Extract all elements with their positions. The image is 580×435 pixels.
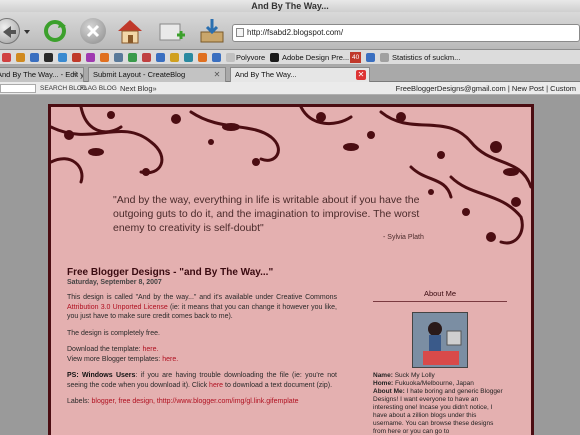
zip-download-link[interactable]: here — [209, 382, 223, 389]
blog-container: "And by the way, everything in life is w… — [48, 104, 534, 435]
back-icon[interactable] — [0, 18, 20, 44]
post-paragraph: The design is completely free. — [67, 329, 160, 337]
bookmark-icon[interactable] — [86, 53, 95, 62]
post-text: Download the template: — [67, 346, 141, 353]
bookmark-icon[interactable] — [380, 53, 389, 62]
about-text: Name: Suck My Lolly Home: Fukuoka/Melbou… — [373, 372, 507, 435]
header-quote: "And by the way, everything in life is w… — [113, 194, 420, 234]
post-text: View more Blogger templates: — [67, 355, 161, 363]
flag-blog-button[interactable]: FLAG BLOG — [80, 82, 117, 95]
windows-users-label: PS: Windows Users — [67, 372, 136, 379]
customize-link[interactable]: Custom — [550, 84, 576, 93]
bookmark-polyvore[interactable]: Polyvore — [236, 50, 265, 65]
adobe-icon — [270, 53, 279, 62]
home-icon[interactable] — [116, 18, 142, 44]
close-icon[interactable]: ✕ — [212, 70, 222, 80]
post-text: to download a text document (zip). — [225, 381, 333, 389]
labels-links[interactable]: blogger, free design, thttp://www.blogge… — [92, 398, 299, 405]
stop-icon[interactable] — [80, 18, 106, 44]
bookmark-icon[interactable] — [58, 53, 67, 62]
more-templates-link[interactable]: here. — [162, 356, 178, 363]
name-label: Name: — [373, 372, 393, 379]
next-blog-link[interactable]: Next Blog» — [120, 82, 157, 95]
about-label: About Me: — [373, 388, 405, 395]
tab-label: And By The Way... — [235, 70, 297, 79]
bookmark-icon[interactable] — [44, 53, 53, 62]
blogger-navbar: SEARCH BLOG FLAG BLOG Next Blog» FreeBlo… — [0, 82, 580, 95]
bookmark-icon[interactable] — [212, 53, 221, 62]
dropdown-arrow-icon[interactable] — [22, 27, 32, 37]
bookmark-adobe[interactable]: Adobe Design Pre... — [282, 50, 349, 65]
browser-toolbar: http://fsabd2.blogspot.com/ — [0, 12, 580, 50]
quote-author: - Sylvia Plath — [383, 234, 424, 241]
post-title[interactable]: Free Blogger Designs - "and By The Way..… — [67, 267, 337, 278]
home-label: Home: — [373, 380, 394, 387]
avatar[interactable] — [412, 312, 468, 368]
sidebar: About Me Name: Suck My Lolly Home: Fukuo… — [373, 289, 507, 435]
bookmark-icon[interactable] — [16, 53, 25, 62]
bookmarks-bar: Polyvore Adobe Design Pre... 40 Statisti… — [0, 50, 580, 65]
bookmark-icon[interactable] — [184, 53, 193, 62]
account-email: FreeBloggerDesigns@gmail.com — [395, 84, 506, 93]
profile-about: I hate boring and generic Blogger Design… — [373, 388, 503, 435]
page-icon — [236, 28, 244, 37]
bookmark-icon[interactable] — [198, 53, 207, 62]
bookmark-icon[interactable] — [226, 53, 235, 62]
url-field[interactable]: http://fsabd2.blogspot.com/ — [232, 24, 580, 42]
bookmark-statistics[interactable]: Statistics of suckm... — [392, 50, 460, 65]
about-me-title: About Me — [373, 289, 507, 302]
license-link[interactable]: Attribution 3.0 Unported License — [67, 304, 168, 311]
post-paragraph: This design is called "And by the way...… — [67, 293, 337, 322]
tab-createblog[interactable]: Submit Layout - CreateBlog ✕ — [88, 67, 226, 82]
downloads-icon[interactable] — [198, 18, 224, 44]
download-link[interactable]: here. — [143, 346, 159, 353]
url-text: http://fsabd2.blogspot.com/ — [247, 28, 344, 37]
profile-home: Fukuoka/Melbourne, Japan — [395, 380, 474, 387]
new-post-link[interactable]: New Post — [512, 84, 544, 93]
bookmark-icon[interactable] — [142, 53, 151, 62]
bookmark-icon[interactable] — [114, 53, 123, 62]
bookmark-badge[interactable]: 40 — [350, 52, 362, 63]
post-paragraph: PS: Windows Users: if you are having tro… — [67, 371, 337, 390]
window-title: And By The Way... — [0, 0, 580, 12]
main-column: Free Blogger Designs - "and By The Way..… — [67, 267, 337, 407]
bookmark-icon[interactable] — [30, 53, 39, 62]
post-paragraph: Download the template: here. View more B… — [67, 345, 337, 364]
tab-edit[interactable]: And By The Way... - Edit y... ✕ — [0, 67, 84, 82]
bookmark-icon[interactable] — [100, 53, 109, 62]
tab-label: Submit Layout - CreateBlog — [93, 70, 186, 79]
search-blog-input[interactable] — [0, 84, 36, 93]
close-icon[interactable]: ✕ — [70, 70, 80, 80]
profile-name[interactable]: Suck My Lolly — [395, 372, 435, 379]
tab-active-blog[interactable]: And By The Way... ✕ — [230, 67, 370, 82]
post-labels: Labels: blogger, free design, thttp://ww… — [67, 397, 337, 407]
tab-bar: And By The Way... - Edit y... ✕ Submit L… — [0, 65, 580, 82]
page-viewport: "And by the way, everything in life is w… — [0, 96, 580, 435]
bookmark-icon[interactable] — [2, 53, 11, 62]
bookmark-icon[interactable] — [72, 53, 81, 62]
bookmark-icon[interactable] — [366, 53, 375, 62]
labels-heading: Labels: — [67, 398, 90, 405]
post-text: This design is called "And by the way...… — [67, 294, 337, 301]
reload-icon[interactable] — [42, 18, 68, 44]
new-tab-icon[interactable] — [158, 18, 185, 44]
post-date: Saturday, September 8, 2007 — [67, 279, 162, 286]
bookmark-icon[interactable] — [156, 53, 165, 62]
navbar-right: FreeBloggerDesigns@gmail.com | New Post … — [395, 84, 576, 93]
bookmark-icon[interactable] — [128, 53, 137, 62]
close-icon[interactable]: ✕ — [356, 70, 366, 80]
bookmark-icon[interactable] — [170, 53, 179, 62]
